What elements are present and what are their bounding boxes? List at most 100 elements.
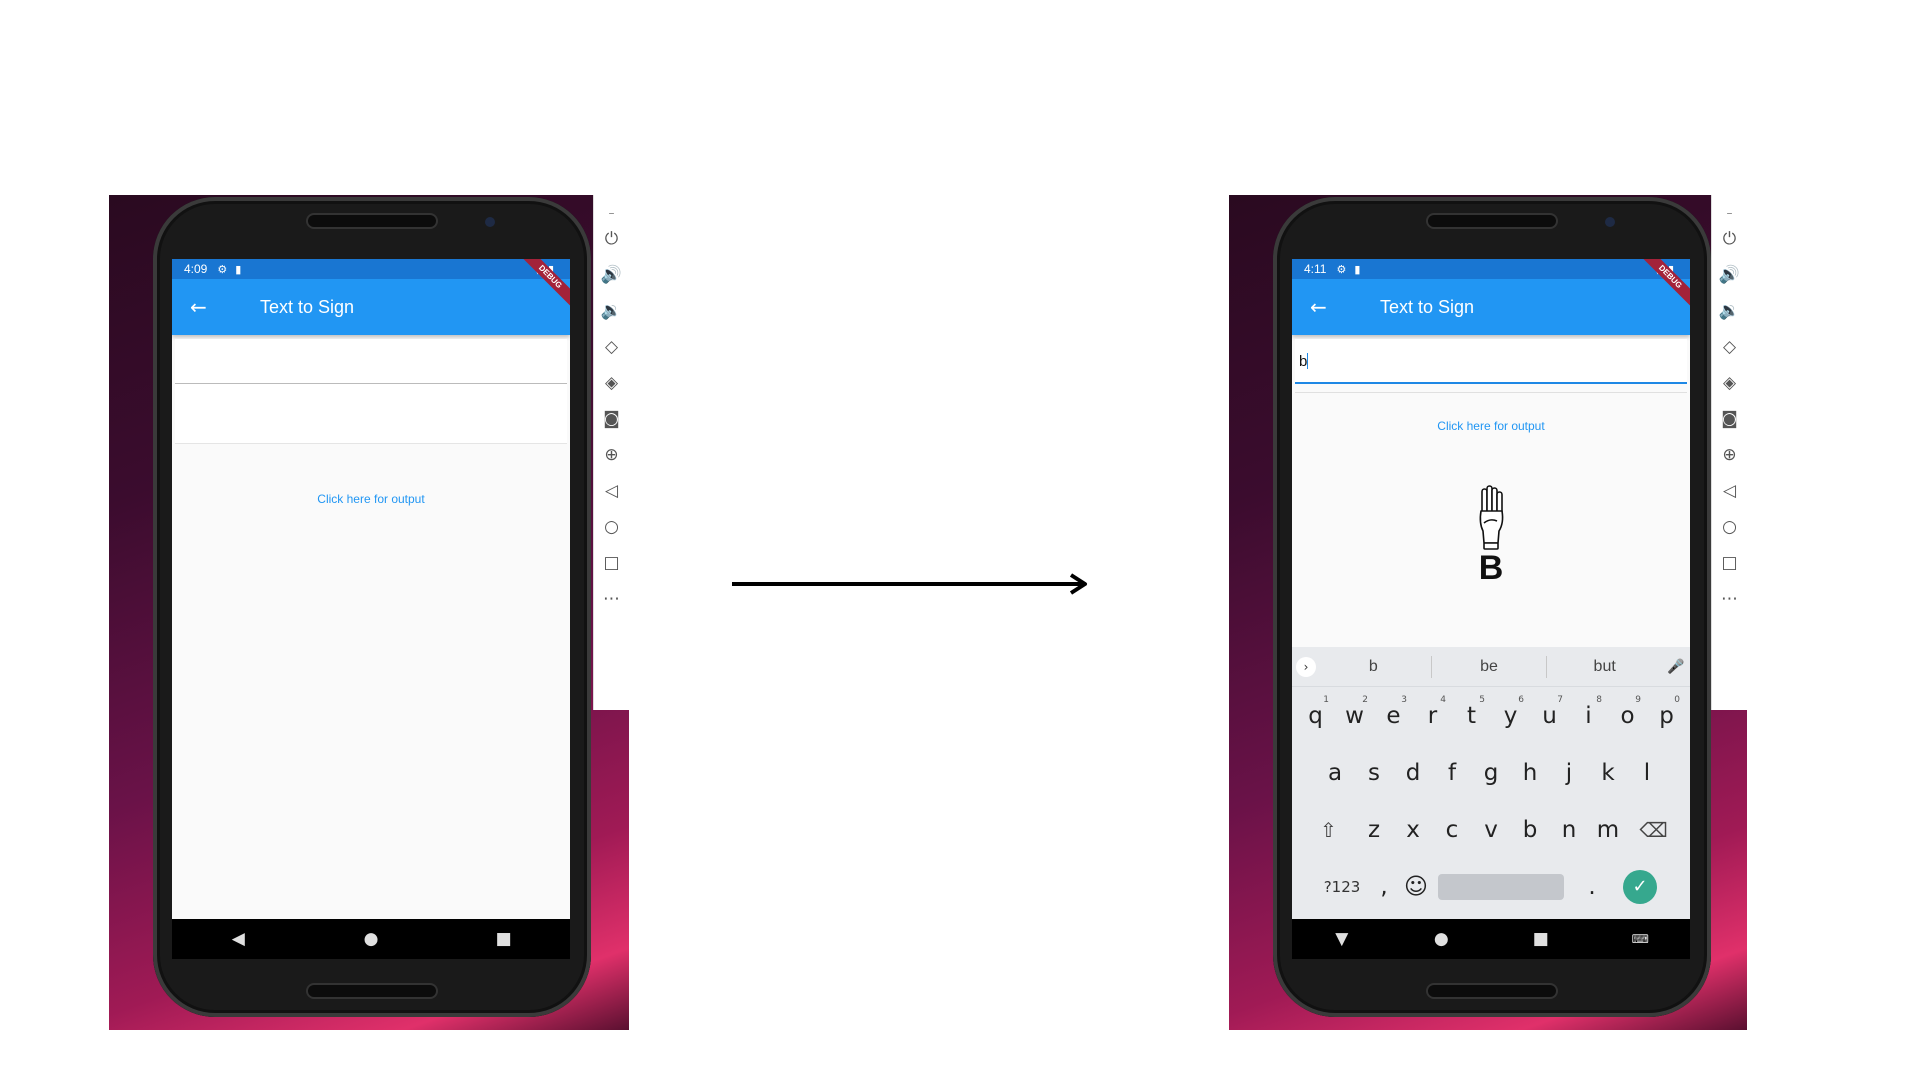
nav-back-icon[interactable]: ◀ xyxy=(208,929,268,949)
key-d[interactable]: d xyxy=(1394,760,1433,786)
chevron-right-icon[interactable]: › xyxy=(1296,656,1316,677)
volume-up-icon[interactable]: 🔊 xyxy=(599,257,625,293)
key-m[interactable]: m xyxy=(1589,817,1628,843)
key-z[interactable]: z xyxy=(1355,817,1394,843)
suggestion-item[interactable]: be xyxy=(1432,658,1547,676)
overview-icon[interactable]: □ xyxy=(1717,545,1743,581)
key-l[interactable]: l xyxy=(1628,760,1667,786)
nav-recents-icon[interactable]: ■ xyxy=(1511,929,1571,949)
key-t[interactable]: t5 xyxy=(1452,695,1491,729)
key-v[interactable]: v xyxy=(1472,817,1511,843)
key-g[interactable]: g xyxy=(1472,760,1511,786)
key-y[interactable]: y6 xyxy=(1491,695,1530,729)
zoom-icon[interactable]: ⊕ xyxy=(599,437,625,473)
key-b[interactable]: b xyxy=(1511,817,1550,843)
keyboard-switcher-icon[interactable]: ⌨ xyxy=(1610,932,1670,946)
back-icon[interactable]: ◁ xyxy=(1717,473,1743,509)
power-icon[interactable]: ⏻ xyxy=(599,221,625,257)
key-s[interactable]: s xyxy=(1355,760,1394,786)
back-arrow-icon[interactable]: ← xyxy=(190,295,232,319)
nav-home-icon[interactable]: ● xyxy=(341,929,401,949)
rotate-right-icon[interactable]: ◈ xyxy=(1717,365,1743,401)
key-e[interactable]: e3 xyxy=(1374,695,1413,729)
power-icon[interactable]: ⏻ xyxy=(1717,221,1743,257)
page-title: Text to Sign xyxy=(260,296,355,317)
more-icon[interactable]: ⋯ xyxy=(1717,581,1743,617)
status-time: 4:11 xyxy=(1304,262,1327,276)
rotate-right-icon[interactable]: ◈ xyxy=(599,365,625,401)
rotate-left-icon[interactable]: ◇ xyxy=(1717,329,1743,365)
home-icon[interactable]: ○ xyxy=(599,509,625,545)
key-row-1: q1 w2 e3 r4 t5 y6 u7 i8 o9 p0 xyxy=(1292,687,1690,744)
text-input[interactable] xyxy=(175,339,567,384)
page-title: Text to Sign xyxy=(1380,296,1475,317)
more-icon[interactable]: ⋯ xyxy=(599,581,625,617)
nav-bar: ◀ ● ■ xyxy=(172,919,570,959)
key-f[interactable]: f xyxy=(1433,760,1472,786)
gear-icon: ⚙ xyxy=(217,262,228,276)
nav-back-icon[interactable]: ▼ xyxy=(1312,929,1372,949)
back-arrow-icon[interactable]: ← xyxy=(1310,295,1352,319)
sd-card-icon: ▮ xyxy=(235,262,242,276)
volume-down-icon[interactable]: 🔉 xyxy=(1717,293,1743,329)
sd-card-icon: ▮ xyxy=(1354,262,1361,276)
emoji-icon[interactable]: ☺ xyxy=(1400,874,1432,900)
text-input[interactable]: b xyxy=(1295,339,1687,384)
key-a[interactable]: a xyxy=(1316,760,1355,786)
output-link[interactable]: Click here for output xyxy=(172,492,570,506)
nav-bar: ▼ ● ■ ⌨ xyxy=(1292,919,1690,959)
debug-banner: DEBUG xyxy=(1630,259,1690,319)
minimize-icon[interactable]: – xyxy=(1717,205,1743,221)
rotate-left-icon[interactable]: ◇ xyxy=(599,329,625,365)
overview-icon[interactable]: □ xyxy=(599,545,625,581)
space-bar[interactable] xyxy=(1432,873,1570,900)
home-icon[interactable]: ○ xyxy=(1717,509,1743,545)
symbols-key[interactable]: ?123 xyxy=(1316,878,1368,896)
key-row-4: ?123 , ☺ . ✓ xyxy=(1292,858,1690,915)
right-arrow-icon xyxy=(732,573,1087,595)
speaker-grille-bottom xyxy=(1428,985,1556,997)
nav-home-icon[interactable]: ● xyxy=(1411,929,1471,949)
key-x[interactable]: x xyxy=(1394,817,1433,843)
nav-recents-icon[interactable]: ■ xyxy=(474,929,534,949)
camera-icon[interactable]: ◙ xyxy=(599,401,625,437)
suggestion-item[interactable]: but xyxy=(1547,658,1662,676)
speaker-grille-bottom xyxy=(308,985,436,997)
key-period[interactable]: . xyxy=(1570,874,1614,900)
shift-icon[interactable]: ⇧ xyxy=(1303,818,1355,842)
key-p[interactable]: p0 xyxy=(1647,695,1686,729)
suggestion-item[interactable]: b xyxy=(1316,658,1431,676)
output-link[interactable]: Click here for output xyxy=(1292,419,1690,433)
soft-keyboard: › b be but 🎤 q1 w2 e3 r4 t5 y6 u7 i8 o 9… xyxy=(1292,647,1690,919)
key-u[interactable]: u7 xyxy=(1530,695,1569,729)
microphone-icon[interactable]: 🎤 xyxy=(1662,659,1690,675)
text-input-area[interactable] xyxy=(175,384,567,444)
key-h[interactable]: h xyxy=(1511,760,1550,786)
volume-down-icon[interactable]: 🔉 xyxy=(599,293,625,329)
text-caret xyxy=(1307,353,1309,369)
volume-up-icon[interactable]: 🔊 xyxy=(1717,257,1743,293)
divider xyxy=(1295,392,1687,393)
backspace-icon[interactable]: ⌫ xyxy=(1628,818,1680,842)
key-c[interactable]: c xyxy=(1433,817,1472,843)
key-r[interactable]: r4 xyxy=(1413,695,1452,729)
back-icon[interactable]: ◁ xyxy=(599,473,625,509)
checkmark-icon: ✓ xyxy=(1623,869,1657,904)
key-o[interactable]: o9 xyxy=(1608,695,1647,729)
key-q[interactable]: q1 xyxy=(1296,695,1335,729)
emulator-toolbar: – ⏻ 🔊 🔉 ◇ ◈ ◙ ⊕ ◁ ○ □ ⋯ xyxy=(1711,195,1747,710)
key-k[interactable]: k xyxy=(1589,760,1628,786)
status-bar: 4:11 ⚙ ▮ ▼ ▮ DEBUG xyxy=(1292,259,1690,310)
minimize-icon[interactable]: – xyxy=(599,205,625,221)
asl-hand-sign-b-icon xyxy=(1479,485,1504,550)
key-n[interactable]: n xyxy=(1550,817,1589,843)
enter-key[interactable]: ✓ xyxy=(1614,869,1666,904)
speaker-grille xyxy=(308,215,436,227)
key-i[interactable]: i8 xyxy=(1569,695,1608,729)
key-w[interactable]: w2 xyxy=(1335,695,1374,729)
zoom-icon[interactable]: ⊕ xyxy=(1717,437,1743,473)
front-camera xyxy=(485,217,495,227)
camera-icon[interactable]: ◙ xyxy=(1717,401,1743,437)
key-comma[interactable]: , xyxy=(1368,874,1400,900)
key-j[interactable]: j xyxy=(1550,760,1589,786)
